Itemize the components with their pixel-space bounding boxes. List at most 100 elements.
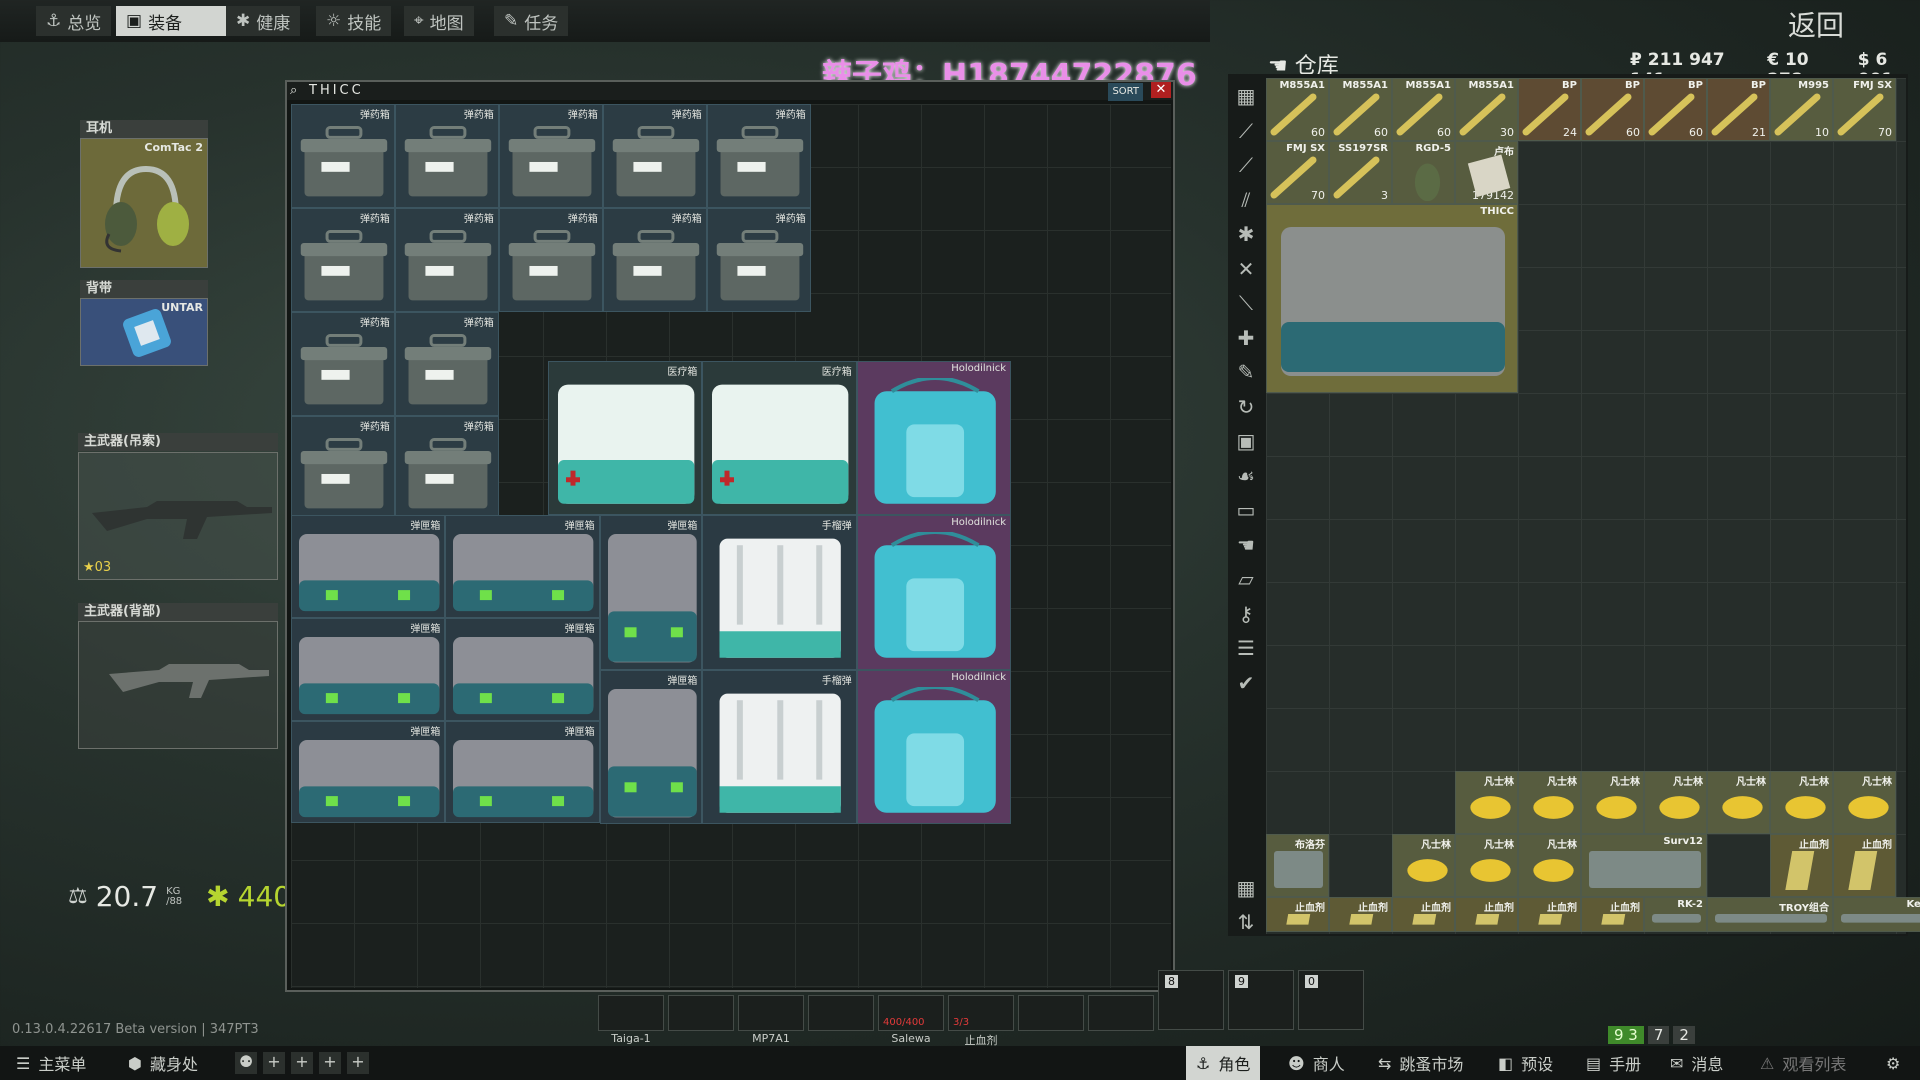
- close-icon[interactable]: ✕: [1151, 82, 1171, 98]
- container-item-gren[interactable]: 手榴弹: [702, 669, 857, 825]
- stash-item[interactable]: 凡士林: [1581, 771, 1644, 834]
- watchlist-button[interactable]: ⚠ 观看列表: [1750, 1046, 1856, 1080]
- food-icon[interactable]: ☙: [1232, 462, 1260, 490]
- primary-sling-slot[interactable]: ★03: [78, 452, 278, 580]
- stash-item[interactable]: 止血剂: [1770, 834, 1833, 897]
- tab-overview[interactable]: ⚓ 总览: [36, 6, 112, 36]
- case-icon[interactable]: ▭: [1232, 496, 1260, 524]
- stash-item[interactable]: 止血剂: [1518, 897, 1581, 932]
- document-icon[interactable]: ☰: [1232, 634, 1260, 662]
- tab-map[interactable]: ⌖ 地图: [404, 6, 474, 36]
- sling-slot[interactable]: UNTAR: [80, 298, 208, 366]
- container-item-ammo[interactable]: 弹药箱: [394, 104, 499, 208]
- container-item-ammo[interactable]: 弹药箱: [706, 104, 811, 208]
- stash-item[interactable]: Surv12: [1581, 834, 1707, 897]
- tab-health[interactable]: ✱ 健康: [226, 6, 301, 36]
- stash-item[interactable]: M855A1 60: [1266, 78, 1329, 141]
- stash-item[interactable]: 止血剂: [1455, 897, 1518, 932]
- primary-back-slot[interactable]: [78, 621, 278, 749]
- quick-slot-3[interactable]: [738, 995, 804, 1031]
- plus-icon[interactable]: +: [319, 1052, 341, 1074]
- stash-item[interactable]: BP 24: [1518, 78, 1581, 141]
- stash-item[interactable]: M855A1 60: [1392, 78, 1455, 141]
- stash-item[interactable]: 凡士林: [1518, 771, 1581, 834]
- container-item-cr[interactable]: 弹匣箱: [445, 515, 600, 619]
- container-item-holo[interactable]: Holodilnick: [856, 361, 1012, 516]
- quick-slot-7[interactable]: [1018, 995, 1084, 1031]
- stash-item[interactable]: 凡士林: [1392, 834, 1455, 897]
- tab-gear[interactable]: ▣ 装备: [116, 6, 228, 36]
- stash-item[interactable]: 止血剂: [1266, 897, 1329, 932]
- quick-slot-5[interactable]: 400/400: [878, 995, 944, 1031]
- stash-item[interactable]: 止血剂: [1329, 897, 1392, 932]
- container-item-cr[interactable]: 弹匣箱: [291, 515, 446, 619]
- stash-item[interactable]: 止血剂: [1833, 834, 1896, 897]
- weapon-icon[interactable]: ⟋: [1232, 117, 1260, 145]
- stash-item[interactable]: 止血剂: [1581, 897, 1644, 932]
- stash-item[interactable]: SS197SR 3: [1329, 141, 1392, 204]
- stash-item[interactable]: FMJ SX 70: [1833, 78, 1896, 141]
- stash-item[interactable]: FMJ SX 70: [1266, 141, 1329, 204]
- syringe-icon[interactable]: ✎: [1232, 358, 1260, 386]
- container-item-ammo[interactable]: 弹药箱: [602, 104, 707, 208]
- container-item-ammo[interactable]: 弹药箱: [291, 207, 395, 312]
- container-item-cr[interactable]: 弹匣箱: [599, 669, 703, 825]
- plus-icon[interactable]: +: [291, 1052, 313, 1074]
- sort-icon[interactable]: ⇅: [1232, 908, 1260, 936]
- container-item-ammo[interactable]: 弹药箱: [602, 207, 707, 312]
- container-item-holo[interactable]: Holodilnick: [856, 515, 1012, 670]
- tab-tasks[interactable]: ✎ 任务: [494, 6, 569, 36]
- quick-slot-2[interactable]: [668, 995, 734, 1031]
- traders-button[interactable]: ☻ 商人: [1278, 1046, 1355, 1080]
- stash-item[interactable]: 卢布 179142: [1455, 141, 1518, 204]
- sort-button[interactable]: SORT: [1108, 83, 1143, 101]
- container-item-cr[interactable]: 弹匣箱: [445, 720, 600, 824]
- stash-item[interactable]: TROY组合: [1707, 897, 1833, 932]
- hideout-button[interactable]: ⬢ 藏身处: [118, 1046, 208, 1080]
- search-icon[interactable]: ⌕: [290, 82, 297, 100]
- stash-item[interactable]: 凡士林: [1455, 834, 1518, 897]
- stash-item[interactable]: M995 10: [1770, 78, 1833, 141]
- container-item-ammo[interactable]: 弹药箱: [706, 207, 811, 312]
- stash-item[interactable]: RK-2: [1644, 897, 1707, 932]
- stash-item[interactable]: 布洛芬: [1266, 834, 1329, 897]
- stash-item[interactable]: 止血剂: [1392, 897, 1455, 932]
- handbook-button[interactable]: ▤ 手册: [1576, 1046, 1651, 1080]
- stash-item[interactable]: 凡士林: [1833, 771, 1896, 834]
- sort-grid-icon[interactable]: ▦: [1232, 874, 1260, 902]
- container-item-ammo[interactable]: 弹药箱: [394, 311, 499, 416]
- stash-item[interactable]: 凡士林: [1644, 771, 1707, 834]
- stash-item[interactable]: M855A1 30: [1455, 78, 1518, 141]
- book-icon[interactable]: ▱: [1232, 565, 1260, 593]
- container-item-ammo[interactable]: 弹药箱: [498, 207, 603, 312]
- container-item-med[interactable]: 医疗箱: [702, 361, 857, 516]
- stash-item[interactable]: BP 60: [1581, 78, 1644, 141]
- knife-icon[interactable]: ⟋: [1232, 151, 1260, 179]
- settings-icon[interactable]: ⚙: [1876, 1046, 1910, 1080]
- grid-icon[interactable]: ▦: [1232, 82, 1260, 110]
- stash-item[interactable]: RGD-5: [1392, 141, 1455, 204]
- quick-slot-4[interactable]: [808, 995, 874, 1031]
- stash-item[interactable]: BP 21: [1707, 78, 1770, 141]
- character-button[interactable]: ⚓ 角色: [1186, 1046, 1261, 1080]
- stash-item[interactable]: 凡士林: [1707, 771, 1770, 834]
- container-item-cr[interactable]: 弹匣箱: [599, 515, 703, 670]
- quick-slot-11[interactable]: 0: [1298, 970, 1364, 1030]
- tools-icon[interactable]: ✕: [1232, 255, 1260, 283]
- container-item-ammo[interactable]: 弹药箱: [291, 104, 395, 208]
- container-grid[interactable]: 弹药箱 弹药箱 弹药箱 弹药箱 弹药箱 弹药箱 弹药箱 弹药箱 弹药箱 弹药箱 弹药箱 弹药箱 弹药箱弹…: [291, 104, 1171, 988]
- stash-item[interactable]: Kedr RIS: [1833, 897, 1920, 932]
- quick-slot-6[interactable]: 3/3: [948, 995, 1014, 1031]
- container-item-cr[interactable]: 弹匣箱: [291, 720, 446, 824]
- container-item-ammo[interactable]: 弹药箱: [394, 207, 499, 312]
- melee-icon[interactable]: ⟍: [1232, 289, 1260, 317]
- headset-slot[interactable]: ComTac 2: [80, 138, 208, 268]
- stash-item[interactable]: M855A1 60: [1329, 78, 1392, 141]
- container-item-cr[interactable]: 弹匣箱: [291, 618, 446, 721]
- quick-slot-8[interactable]: [1088, 995, 1154, 1031]
- quick-slot-10[interactable]: 9: [1228, 970, 1294, 1030]
- stash-item[interactable]: 凡士林: [1455, 771, 1518, 834]
- tab-skills[interactable]: ☼ 技能: [316, 6, 392, 36]
- quick-slot-1[interactable]: [598, 995, 664, 1031]
- check-icon[interactable]: ✔: [1232, 669, 1260, 697]
